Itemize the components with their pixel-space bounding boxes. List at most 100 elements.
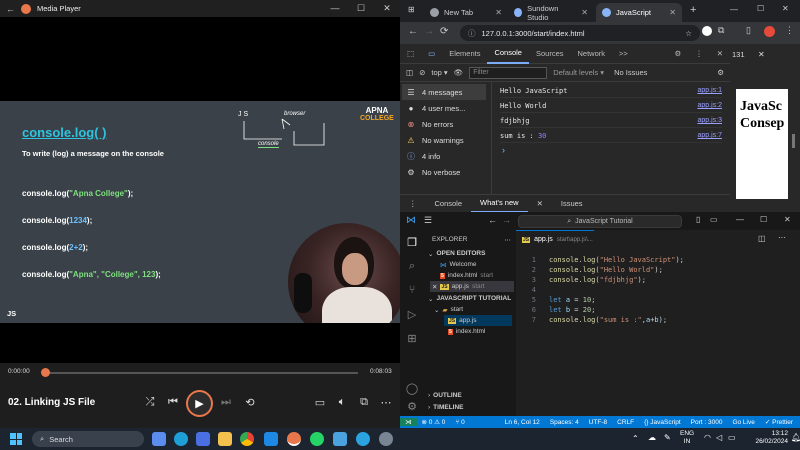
extensions-puzzle-icon[interactable]: ⧉ — [718, 25, 724, 36]
language-indicator[interactable]: ENG IN — [680, 430, 694, 446]
minimize-button[interactable]: — — [322, 3, 348, 14]
close-tab-icon[interactable]: ✕ — [669, 8, 676, 17]
reload-icon[interactable]: ⟳ — [440, 26, 448, 37]
code-line[interactable]: console.log("sum is :",a+b); — [549, 316, 667, 324]
forward-icon[interactable]: → — [424, 26, 434, 37]
context-select[interactable]: top ▾ — [431, 68, 447, 77]
manage-gear-icon[interactable]: ⚙ — [405, 400, 419, 413]
minimize-button[interactable]: — — [730, 5, 738, 14]
ports-status[interactable]: ⑂ 0 — [450, 419, 469, 426]
encoding[interactable]: UTF-8 — [584, 419, 612, 426]
problems-status[interactable]: ⊗ 0 ⚠ 0 — [417, 418, 451, 426]
wifi-icon[interactable]: ◠ — [704, 433, 711, 442]
notification-bell-icon[interactable]: 🔔︎ — [791, 433, 800, 442]
vscode-icon[interactable] — [264, 432, 278, 446]
back-arrow-icon[interactable]: ← — [6, 4, 15, 14]
code-line[interactable]: console.log("Hello JavaScript"); — [549, 256, 684, 264]
close-tab-icon[interactable]: ✕ — [581, 8, 588, 17]
indentation[interactable]: Spaces: 4 — [545, 419, 584, 426]
sidebar-item-messages[interactable]: ☰ 4 messages — [402, 84, 486, 100]
settings-gear-icon[interactable]: ⚙ — [667, 44, 688, 64]
sidebar-item-verbose[interactable]: ⚙ No verbose — [406, 164, 460, 180]
port-status[interactable]: Port : 3000 — [686, 419, 728, 426]
next-icon[interactable]: ⏭ — [218, 396, 234, 409]
explorer-more-icon[interactable]: ⋯ — [504, 236, 511, 244]
console-prompt[interactable]: › — [502, 145, 505, 155]
code-line[interactable]: console.log("fdjbhjg"); — [549, 276, 646, 284]
run-debug-icon[interactable]: ▷ — [405, 308, 419, 321]
site-info-icon[interactable]: ⓘ — [468, 28, 476, 39]
go-live-button[interactable]: Go Live — [727, 419, 759, 426]
prettier-status[interactable]: ✓ Prettier — [760, 418, 798, 426]
play-button[interactable]: ▶ — [186, 390, 213, 417]
layout-toggle-icon[interactable]: ▯ — [696, 215, 700, 224]
seek-handle[interactable] — [41, 368, 50, 377]
code-line[interactable]: console.log("Hello World"); — [549, 266, 663, 274]
subtitles-icon[interactable]: ▭ — [312, 396, 328, 409]
close-button[interactable]: ✕ — [374, 3, 400, 14]
close-devtools-icon[interactable]: ✕ — [710, 44, 730, 64]
filter-input[interactable]: Filter — [469, 66, 548, 79]
close-editor-icon[interactable]: ✕ — [432, 283, 437, 291]
new-tab-button[interactable]: + — [690, 4, 696, 16]
language-mode[interactable]: {} JavaScript — [639, 419, 686, 426]
code-editor[interactable]: 1 console.log("Hello JavaScript"); 2 consol… — [516, 250, 800, 410]
file-item[interactable]: 5 index.html — [448, 326, 485, 337]
file-explorer-icon[interactable] — [218, 432, 232, 446]
issue-count-badge[interactable]: 131 — [732, 50, 745, 59]
video-frame-slide[interactable]: console.log( ) To write (log) a message … — [0, 101, 400, 341]
volume-icon[interactable]: 🔈︎ — [334, 396, 350, 409]
tab-javascript[interactable]: JavaScript ✕ — [596, 3, 682, 22]
outline-header[interactable]: › OUTLINE — [428, 390, 462, 401]
editor-tab-app-js[interactable]: JS app.js start\app.js\... — [516, 230, 594, 248]
folder-item[interactable]: ⌄ ▰ start — [434, 304, 463, 315]
cast-icon[interactable]: ⧉ — [356, 396, 372, 409]
sidebar-item-errors[interactable]: ⊗ No errors — [406, 116, 454, 132]
clear-console-icon[interactable]: ⊘ — [419, 68, 425, 77]
windows-start-icon[interactable] — [10, 433, 22, 445]
menu-kebab-icon[interactable]: ⋮ — [785, 25, 794, 36]
maximize-button[interactable]: ☐ — [757, 4, 764, 13]
photos-icon[interactable] — [333, 432, 347, 446]
editor-more-icon[interactable]: ⋯ — [778, 233, 786, 242]
more-tabs-icon[interactable]: >> — [612, 44, 635, 64]
drawer-tab-console[interactable]: Console — [426, 195, 472, 213]
speaker-icon[interactable]: ◁ — [716, 433, 722, 442]
extensions-icon[interactable]: ⊞ — [405, 332, 419, 345]
telegram-icon[interactable] — [356, 432, 370, 446]
sidebar-item-user-messages[interactable]: ● 4 user mes... — [406, 100, 466, 116]
tab-elements[interactable]: Elements — [442, 44, 487, 64]
close-button[interactable]: ✕ — [782, 4, 789, 13]
whatsapp-icon[interactable] — [310, 432, 324, 446]
close-button[interactable]: ✕ — [784, 215, 791, 224]
file-item-active[interactable]: JS app.js — [444, 315, 512, 326]
page-scrollbar[interactable] — [792, 134, 795, 148]
inspect-icon[interactable]: ⬚ — [400, 44, 421, 64]
panel-toggle-icon[interactable]: ▭ — [710, 215, 718, 224]
source-link[interactable]: app.js:3 — [697, 117, 722, 124]
tab-console[interactable]: Console — [487, 44, 529, 64]
back-icon[interactable]: ← — [408, 26, 418, 37]
extension-icon[interactable] — [702, 26, 712, 36]
chrome-icon[interactable] — [240, 432, 254, 446]
store-icon[interactable] — [196, 432, 210, 446]
issues-status[interactable]: No Issues — [614, 68, 647, 77]
drawer-menu-icon[interactable]: ⋮ — [400, 195, 426, 213]
project-header[interactable]: ⌄ JAVASCRIPT TUTORIAL — [428, 293, 511, 304]
sidepanel-icon[interactable]: ▯ — [746, 25, 751, 36]
tab-sundown-studio[interactable]: Sundown Studio ✕ — [508, 3, 594, 22]
devtools-menu-icon[interactable]: ⋮ — [688, 44, 710, 64]
open-editors-header[interactable]: ⌄ OPEN EDITORS — [428, 248, 485, 259]
drawer-tab-issues[interactable]: Issues — [552, 195, 592, 213]
source-link[interactable]: app.js:1 — [697, 87, 722, 94]
minimize-button[interactable]: — — [736, 215, 744, 224]
repeat-icon[interactable]: ⟲ — [242, 396, 258, 409]
split-editor-icon[interactable]: ◫ — [758, 234, 766, 243]
close-tab-icon[interactable]: ✕ — [495, 8, 502, 17]
edge-icon[interactable] — [174, 432, 188, 446]
code-line[interactable]: let a = 10; — [549, 296, 595, 304]
account-icon[interactable]: ◯ — [405, 382, 419, 395]
line-ending[interactable]: CRLF — [612, 419, 639, 426]
battery-icon[interactable]: ▭ — [728, 433, 736, 442]
media-player-icon[interactable] — [287, 432, 301, 446]
